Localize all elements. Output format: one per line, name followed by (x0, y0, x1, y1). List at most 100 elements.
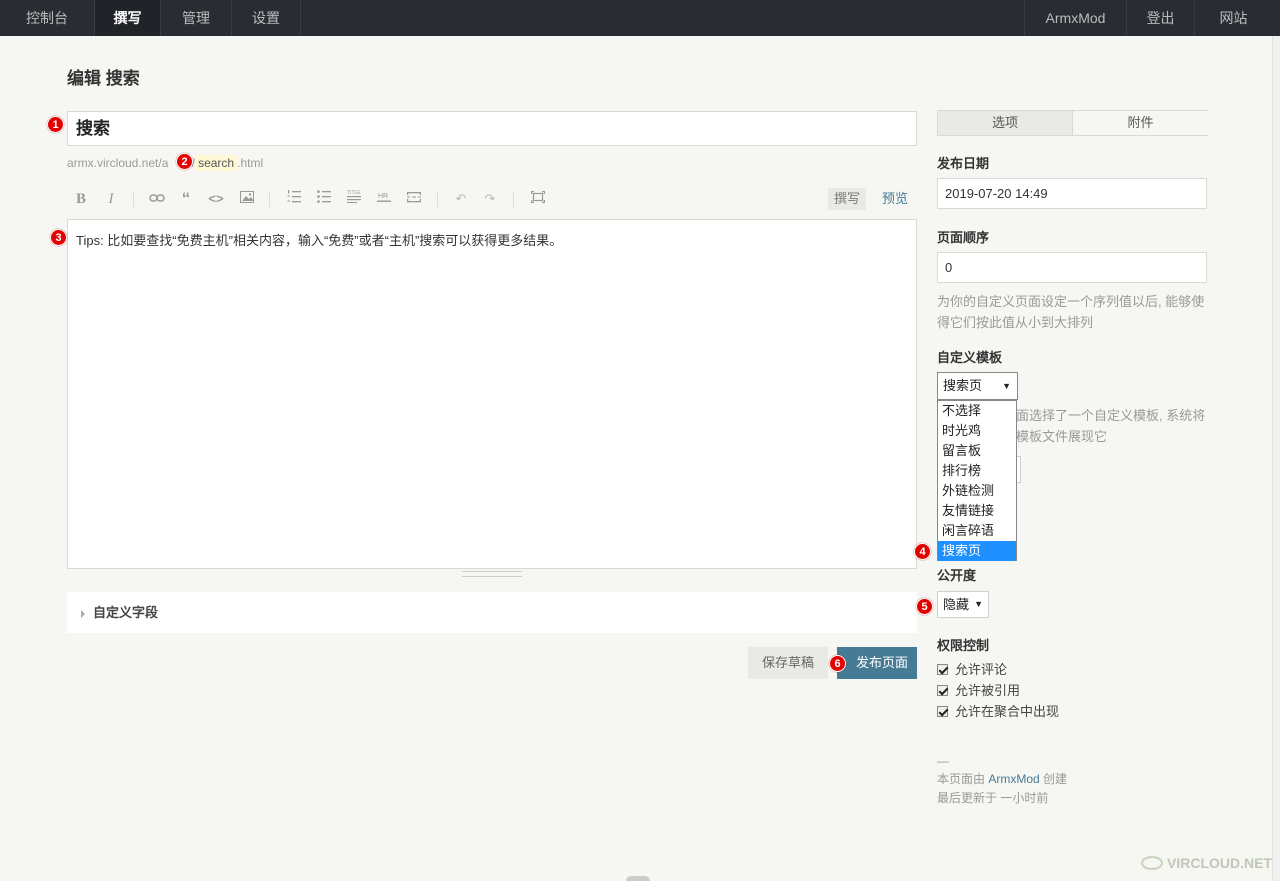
allow-feed-label: 允许在聚合中出现 (955, 704, 1060, 719)
annotation-badge-1: 1 (47, 116, 64, 133)
annotation-badge-5: 5 (916, 598, 933, 615)
allow-feed-checkbox[interactable]: 允许在聚合中出现 (937, 704, 1059, 720)
meta-created-prefix: 本页面由 (937, 772, 989, 786)
redo-icon[interactable]: ↷ (480, 189, 500, 209)
title-input[interactable]: 搜索 (67, 111, 917, 146)
annotation-badge-2: 2 (176, 153, 193, 170)
custom-fields-toggle[interactable]: 自定义字段 (67, 592, 917, 633)
order-label: 页面顺序 (937, 230, 990, 245)
checkbox-checked-icon[interactable] (937, 664, 948, 675)
nav-settings[interactable]: 设置 (232, 0, 301, 36)
dropdown-caret-icon: ▼ (974, 599, 983, 609)
order-description: 为你的自定义页面设定一个序列值以后, 能够使得它们按此值从小到大排列 (937, 294, 1205, 330)
template-option[interactable]: 留言板 (938, 441, 1016, 461)
svg-text:TITLE: TITLE (347, 190, 361, 196)
publish-button[interactable]: 发布页面 (837, 647, 917, 679)
page-title: 编辑 搜索 (67, 69, 140, 88)
expand-arrow-icon (81, 609, 85, 618)
nav-website[interactable]: 网站 (1194, 0, 1272, 36)
undo-icon[interactable]: ↶ (451, 189, 471, 209)
permalink: armx.vircloud.net/about/search.html (67, 155, 264, 171)
template-label: 自定义模板 (937, 350, 1003, 365)
unordered-list-icon[interactable] (314, 189, 334, 209)
checkbox-checked-icon[interactable] (937, 685, 948, 696)
visibility-value: 隐藏 (943, 597, 970, 612)
visibility-label: 公开度 (937, 568, 977, 583)
more-icon[interactable] (404, 189, 424, 209)
meta-updated: 最后更新于 一小时前 (937, 791, 1049, 805)
save-draft-button[interactable]: 保存草稿 (748, 647, 828, 679)
watermark: VIRCLOUD.NET (1141, 855, 1272, 871)
order-input[interactable]: 0 (937, 252, 1207, 283)
editor-text: Tips: 比如要查找“免费主机”相关内容，输入“免费”或者“主机”搜索可以获得… (76, 233, 563, 248)
template-option[interactable]: 时光鸡 (938, 421, 1016, 441)
permissions-label: 权限控制 (937, 638, 990, 653)
top-nav: 控制台 撰写 管理 设置 ArmxMod 登出 网站 (0, 0, 1280, 36)
image-icon[interactable] (237, 189, 257, 209)
template-option-selected[interactable]: 搜索页 (938, 541, 1016, 561)
template-dropdown[interactable]: 不选择 时光鸡 留言板 排行榜 外链检测 友情链接 闲言碎语 搜索页 (937, 400, 1017, 561)
checkbox-checked-icon[interactable] (937, 706, 948, 717)
template-desc-line-2: 模板文件展现它 (1016, 429, 1108, 444)
nav-user[interactable]: ArmxMod (1024, 0, 1126, 36)
author-link[interactable]: ArmxMod (988, 772, 1039, 786)
toolbar-divider (437, 191, 438, 207)
toolbar-divider (133, 191, 134, 207)
nav-manage[interactable]: 管理 (161, 0, 232, 36)
svg-text:HR: HR (378, 193, 388, 200)
resize-handle[interactable] (462, 571, 522, 577)
toolbar-divider (269, 191, 270, 207)
code-icon[interactable]: <> (206, 189, 226, 209)
template-option[interactable]: 闲言碎语 (938, 521, 1016, 541)
allow-trackback-label: 允许被引用 (955, 683, 1021, 698)
permalink-suffix: .html (237, 156, 264, 170)
bold-icon[interactable]: B (71, 189, 91, 209)
watermark-text: VIRCLOUD.NET (1167, 855, 1272, 871)
fullscreen-icon[interactable] (528, 189, 548, 209)
publish-date-label: 发布日期 (937, 156, 990, 171)
page-scrollbar[interactable] (1272, 36, 1280, 881)
sidebar-tabs: 选项 附件 (937, 110, 1208, 136)
editor-toolbar: B I “ <> TITLE HR ↶ ↷ 撰写 预览 (67, 186, 917, 212)
custom-fields-label: 自定义字段 (93, 605, 159, 620)
publish-button-label: 发布页面 (855, 655, 908, 670)
nav-logout[interactable]: 登出 (1126, 0, 1194, 36)
dropdown-caret-icon: ▼ (1002, 381, 1011, 391)
italic-icon[interactable]: I (101, 189, 121, 209)
permalink-prefix: armx.vircloud.net/a (67, 156, 169, 170)
annotation-badge-6: 6 (829, 655, 846, 672)
write-tab[interactable]: 撰写 (828, 188, 867, 210)
template-description: 面选择了一个自定义模板, 系统将 模板文件展现它 (1016, 405, 1216, 447)
meta-created: 本页面由 ArmxMod 创建 (937, 770, 1067, 788)
nav-write[interactable]: 撰写 (95, 0, 161, 36)
content-editor[interactable]: Tips: 比如要查找“免费主机”相关内容，输入“免费”或者“主机”搜索可以获得… (67, 219, 917, 569)
quote-icon[interactable]: “ (176, 189, 196, 209)
allow-comments-checkbox[interactable]: 允许评论 (937, 662, 1007, 678)
slug-input[interactable]: search (195, 155, 238, 171)
publish-date-input[interactable]: 2019-07-20 14:49 (937, 178, 1207, 209)
link-icon[interactable] (147, 189, 167, 209)
hr-icon[interactable]: HR (374, 189, 394, 209)
scroll-indicator (626, 876, 650, 881)
heading-icon[interactable]: TITLE (344, 189, 364, 209)
nav-dashboard[interactable]: 控制台 (0, 0, 95, 36)
tab-options[interactable]: 选项 (938, 111, 1073, 135)
annotation-badge-4: 4 (914, 543, 931, 560)
ordered-list-icon[interactable] (284, 189, 304, 209)
preview-tab[interactable]: 预览 (876, 188, 914, 210)
tab-attachments[interactable]: 附件 (1073, 111, 1208, 135)
template-option[interactable]: 外链检测 (938, 481, 1016, 501)
meta-divider: — (937, 754, 949, 768)
template-option[interactable]: 友情链接 (938, 501, 1016, 521)
allow-trackback-checkbox[interactable]: 允许被引用 (937, 683, 1020, 699)
template-option[interactable]: 不选择 (938, 401, 1016, 421)
cloud-logo-icon (1141, 856, 1163, 870)
visibility-select[interactable]: 隐藏 ▼ (937, 591, 989, 618)
template-select[interactable]: 搜索页 ▼ (937, 372, 1018, 400)
template-option[interactable]: 排行榜 (938, 461, 1016, 481)
template-selected-value: 搜索页 (943, 378, 983, 393)
toolbar-divider (513, 191, 514, 207)
allow-comments-label: 允许评论 (955, 662, 1008, 677)
meta-created-suffix: 创建 (1039, 772, 1068, 786)
annotation-badge-3: 3 (50, 229, 67, 246)
